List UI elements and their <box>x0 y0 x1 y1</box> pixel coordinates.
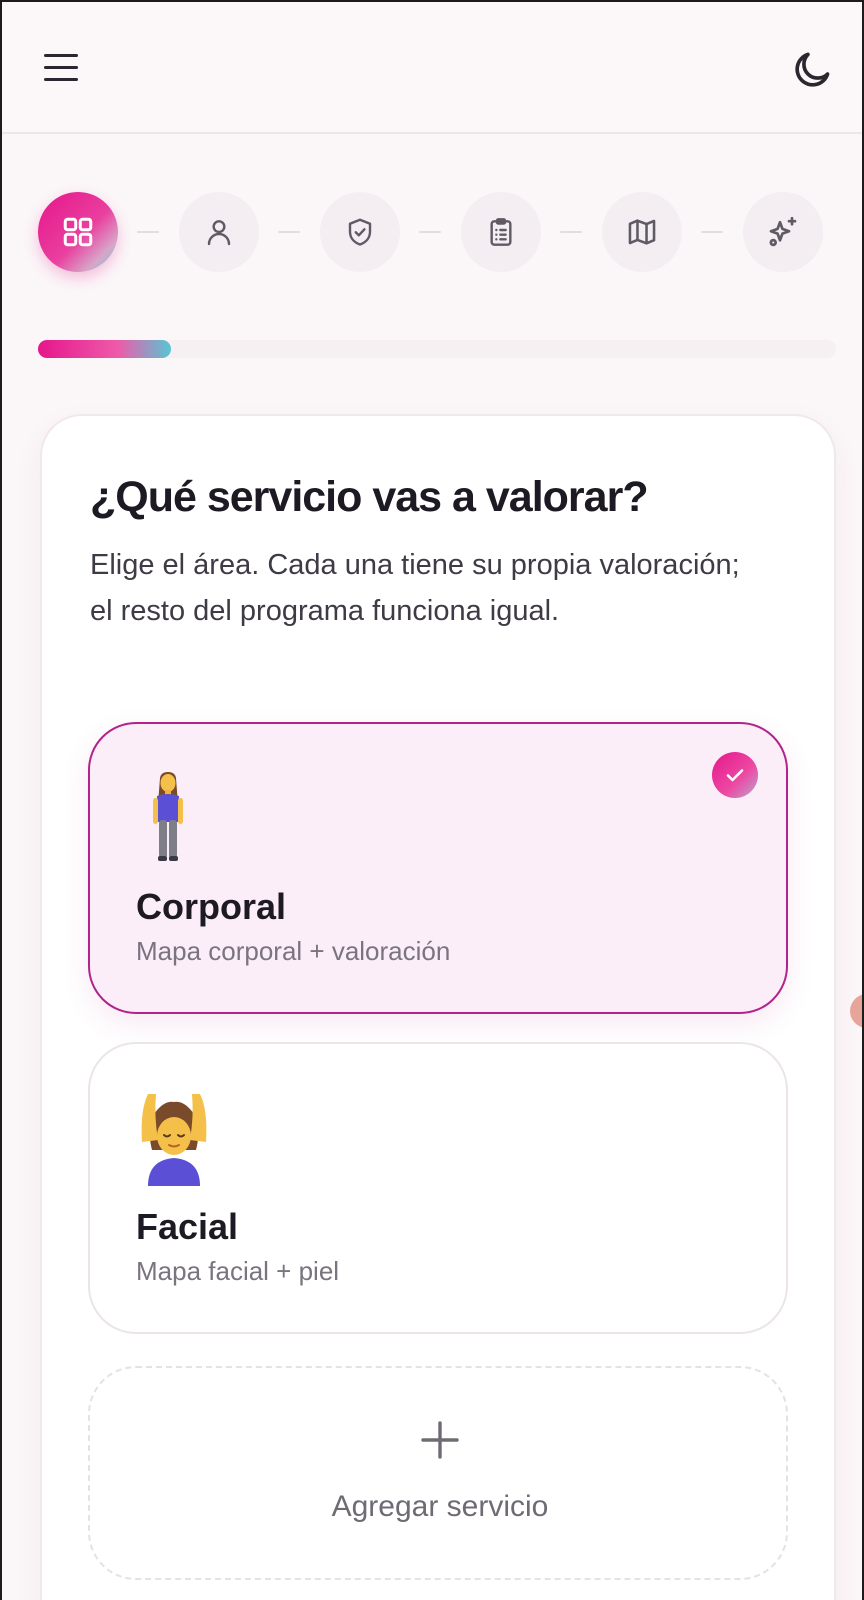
clipboard-list-icon <box>490 218 512 246</box>
step-separator <box>419 231 441 233</box>
hamburger-menu-icon <box>44 54 78 57</box>
step-results[interactable] <box>743 192 823 272</box>
add-service-label: Agregar servicio <box>331 1490 549 1523</box>
selected-check-badge <box>712 752 758 798</box>
service-name: Facial <box>136 1206 239 1247</box>
step-map[interactable] <box>602 192 682 272</box>
step-separator <box>560 231 582 233</box>
service-selection-card: ¿Qué servicio vas a valorar? Elige el ár… <box>40 414 836 1600</box>
service-description: Mapa facial + piel <box>136 1256 340 1286</box>
page-subtitle: Elige el área. Cada una tiene su propia … <box>90 549 740 627</box>
progress-fill <box>38 340 172 358</box>
user-icon <box>207 220 231 246</box>
step-separator <box>278 231 300 233</box>
wizard-stepper <box>38 190 838 274</box>
service-description: Mapa corporal + valoración <box>136 936 451 966</box>
woman-standing-icon <box>153 772 183 861</box>
step-client[interactable] <box>179 192 259 272</box>
check-icon <box>726 769 744 782</box>
service-name: Corporal <box>136 886 287 927</box>
service-option-corporal[interactable]: Corporal Mapa corporal + valoración <box>88 722 788 1014</box>
map-icon <box>628 219 656 245</box>
progress-bar <box>38 340 836 358</box>
app-frame: ¿Qué servicio vas a valorar? Elige el ár… <box>0 0 864 1600</box>
app-header <box>2 2 862 134</box>
step-services[interactable] <box>38 192 118 272</box>
step-separator <box>137 231 159 233</box>
sparkles-icon <box>769 216 797 247</box>
add-service-button[interactable]: Agregar servicio <box>88 1366 788 1580</box>
grid-icon <box>63 217 93 247</box>
menu-button[interactable] <box>42 50 82 86</box>
shield-check-icon <box>348 218 372 246</box>
page-title: ¿Qué servicio vas a valorar? <box>90 473 649 521</box>
woman-facial-massage-icon <box>141 1094 207 1186</box>
step-consent[interactable] <box>320 192 400 272</box>
plus-icon <box>421 1421 459 1459</box>
step-assessment[interactable] <box>461 192 541 272</box>
moon-icon <box>795 52 830 87</box>
floating-handle[interactable] <box>850 994 862 1028</box>
step-separator <box>701 231 723 233</box>
theme-toggle-button[interactable] <box>790 48 834 92</box>
service-option-facial[interactable]: Facial Mapa facial + piel <box>88 1042 788 1334</box>
